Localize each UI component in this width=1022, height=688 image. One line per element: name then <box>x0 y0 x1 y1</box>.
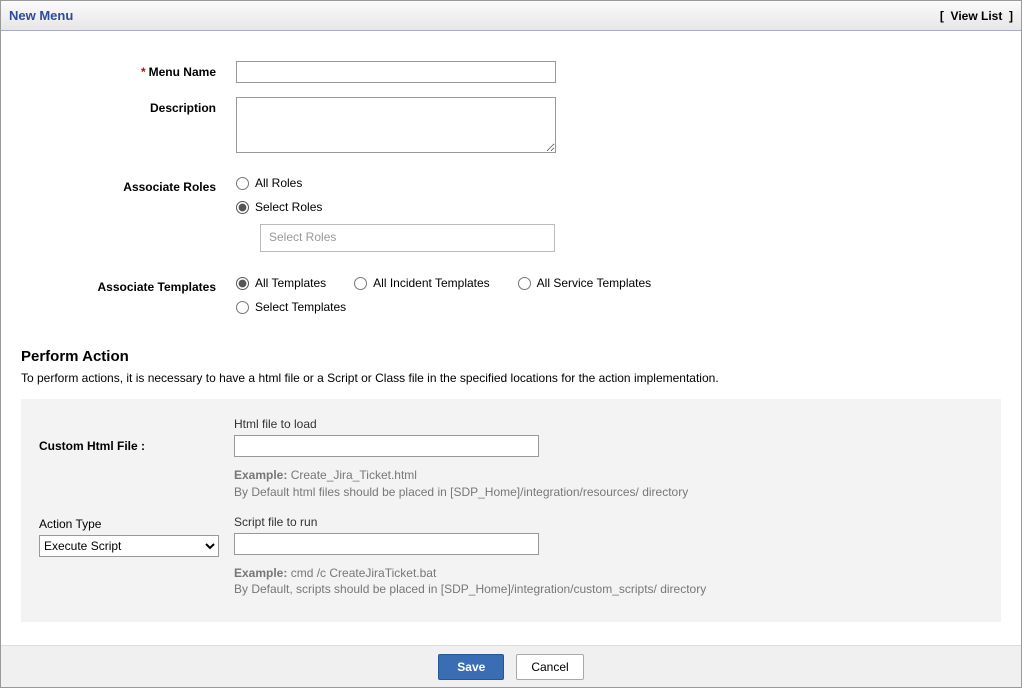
all-service-templates-option: All Service Templates <box>518 276 652 290</box>
all-incident-templates-radio[interactable] <box>354 277 367 290</box>
select-roles-option: Select Roles <box>236 200 1001 214</box>
associate-roles-row: Associate Roles All Roles Select Roles S… <box>21 176 1001 252</box>
action-type-row: Action Type Execute Script Script file t… <box>39 515 983 599</box>
all-roles-text: All Roles <box>255 176 302 190</box>
select-roles-text: Select Roles <box>255 200 322 214</box>
script-example: Example: cmd /c CreateJiraTicket.bat By … <box>234 565 983 599</box>
all-service-templates-text: All Service Templates <box>537 276 652 290</box>
select-roles-dropdown[interactable]: Select Roles <box>260 224 555 252</box>
all-templates-radio[interactable] <box>236 277 249 290</box>
custom-html-label: Custom Html File : <box>39 417 234 453</box>
action-panel: Custom Html File : Html file to load Exa… <box>21 399 1001 622</box>
all-roles-radio[interactable] <box>236 177 249 190</box>
script-file-input[interactable] <box>234 533 539 555</box>
page-title: New Menu <box>9 8 73 23</box>
menu-name-label: *Menu Name <box>21 61 236 79</box>
menu-name-row: *Menu Name <box>21 61 1001 83</box>
custom-html-row: Custom Html File : Html file to load Exa… <box>39 417 983 501</box>
html-file-sublabel: Html file to load <box>234 417 983 431</box>
html-example: Example: Create_Jira_Ticket.html By Defa… <box>234 467 983 501</box>
script-file-sublabel: Script file to run <box>234 515 983 529</box>
select-templates-text: Select Templates <box>255 300 346 314</box>
required-star-icon: * <box>141 65 146 79</box>
header-bar: New Menu [ View List ] <box>1 1 1021 31</box>
view-list-link[interactable]: [ View List ] <box>940 9 1013 23</box>
associate-roles-label: Associate Roles <box>21 176 236 194</box>
save-button[interactable]: Save <box>438 654 504 680</box>
page-container: New Menu [ View List ] *Menu Name Descri… <box>0 0 1022 688</box>
perform-action-title: Perform Action <box>21 348 1001 365</box>
perform-action-desc: To perform actions, it is necessary to h… <box>21 371 1001 385</box>
menu-name-input[interactable] <box>236 61 556 83</box>
all-service-templates-radio[interactable] <box>518 277 531 290</box>
all-templates-option: All Templates <box>236 276 326 290</box>
associate-templates-row: Associate Templates All Templates All In… <box>21 276 1001 324</box>
perform-action-section: Perform Action To perform actions, it is… <box>1 348 1021 632</box>
all-templates-text: All Templates <box>255 276 326 290</box>
select-roles-radio[interactable] <box>236 201 249 214</box>
html-file-input[interactable] <box>234 435 539 457</box>
associate-templates-label: Associate Templates <box>21 276 236 294</box>
description-row: Description <box>21 97 1001 156</box>
description-textarea[interactable] <box>236 97 556 153</box>
action-type-label: Action Type <box>39 517 234 531</box>
description-label: Description <box>21 97 236 115</box>
all-roles-option: All Roles <box>236 176 1001 190</box>
footer-bar: Save Cancel <box>1 645 1021 687</box>
all-incident-templates-option: All Incident Templates <box>354 276 490 290</box>
select-templates-radio[interactable] <box>236 301 249 314</box>
select-templates-option: Select Templates <box>236 300 1001 314</box>
action-type-select[interactable]: Execute Script <box>39 535 219 557</box>
cancel-button[interactable]: Cancel <box>516 654 583 680</box>
form-area: *Menu Name Description Associate Roles A… <box>1 31 1021 348</box>
all-incident-templates-text: All Incident Templates <box>373 276 490 290</box>
